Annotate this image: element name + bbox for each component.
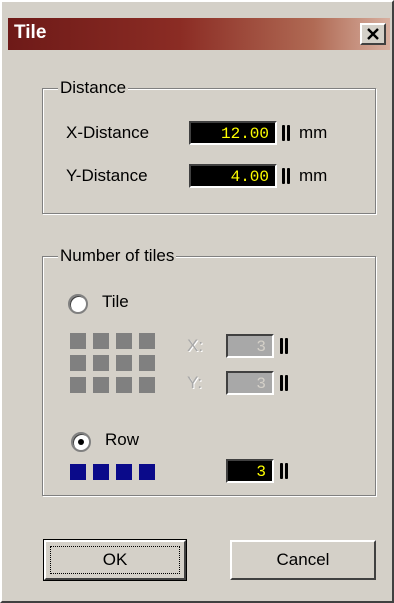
x-distance-field[interactable]: 12.00 [189, 121, 277, 145]
row-radio-label[interactable]: Row [105, 430, 139, 450]
row-preview-cell [70, 464, 86, 480]
tile-y-field[interactable]: 3 [226, 371, 274, 395]
tile-radio-label[interactable]: Tile [102, 292, 129, 312]
tile-dialog: Tile Distance X-Distance 12.00 mm Y-Dist… [0, 0, 394, 603]
y-distance-unit: mm [299, 166, 328, 185]
tile-x-field[interactable]: 3 [226, 334, 274, 358]
tile-y-label: Y: [187, 373, 203, 392]
row-count-field[interactable]: 3 [226, 459, 274, 483]
tile-preview-cell [116, 377, 132, 393]
row-radio-selected-dot [78, 439, 84, 445]
tile-x-label: X: [187, 336, 204, 355]
tile-preview-cell [139, 355, 155, 371]
row-preview-cell [139, 464, 155, 480]
close-icon [367, 28, 379, 40]
tile-preview-cell [70, 355, 86, 371]
close-button[interactable] [360, 23, 386, 45]
tile-preview-cell [116, 333, 132, 349]
tile-preview-cell [93, 333, 109, 349]
tile-preview-cell [139, 333, 155, 349]
row-count-spinner[interactable] [280, 463, 290, 479]
tile-y-spinner[interactable] [280, 375, 290, 391]
x-distance-spinner[interactable] [282, 125, 292, 141]
tile-preview-cell [93, 355, 109, 371]
x-distance-label: X-Distance [66, 123, 150, 142]
cancel-button[interactable]: Cancel [230, 540, 376, 580]
window-title: Tile [14, 22, 47, 43]
tile-preview-cell [93, 377, 109, 393]
y-distance-label: Y-Distance [66, 166, 148, 185]
number-of-tiles-group-label: Number of tiles [58, 246, 177, 266]
y-distance-field[interactable]: 4.00 [189, 164, 277, 188]
row-preview-cell [116, 464, 132, 480]
row-radio[interactable] [71, 432, 91, 452]
tile-preview-cell [70, 333, 86, 349]
tile-preview-cell [116, 355, 132, 371]
title-bar[interactable]: Tile [8, 18, 390, 50]
row-preview-cell [93, 464, 109, 480]
ok-button[interactable]: OK [44, 540, 186, 580]
tile-x-spinner[interactable] [280, 338, 290, 354]
distance-group [42, 88, 376, 214]
number-of-tiles-group [42, 256, 376, 496]
tile-preview-cell [70, 377, 86, 393]
distance-group-label: Distance [58, 78, 129, 98]
focus-rectangle [50, 546, 180, 574]
tile-preview-cell [139, 377, 155, 393]
tile-radio[interactable] [68, 294, 88, 314]
y-distance-spinner[interactable] [282, 168, 292, 184]
cancel-button-label: Cancel [276, 550, 330, 569]
x-distance-unit: mm [299, 123, 328, 142]
